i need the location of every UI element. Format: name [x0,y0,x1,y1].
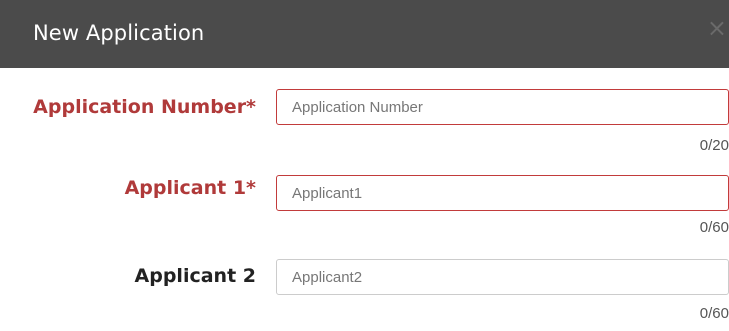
applicant-2-input[interactable] [276,259,729,295]
applicant-1-counter: 0/60 [699,219,729,236]
applicant-1-input[interactable] [276,175,729,211]
applicant-2-label: Applicant 2 [134,265,256,287]
dialog-title: New Application [33,21,205,45]
application-number-counter: 0/20 [699,137,729,154]
application-number-input[interactable] [276,89,729,125]
new-application-dialog: New Application × Application Number* 0/… [0,0,729,331]
close-icon[interactable]: × [707,16,727,40]
application-number-label: Application Number* [33,96,256,118]
dialog-header: New Application × [0,0,729,68]
applicant-1-label: Applicant 1* [124,177,256,199]
applicant-2-counter: 0/60 [699,305,729,322]
